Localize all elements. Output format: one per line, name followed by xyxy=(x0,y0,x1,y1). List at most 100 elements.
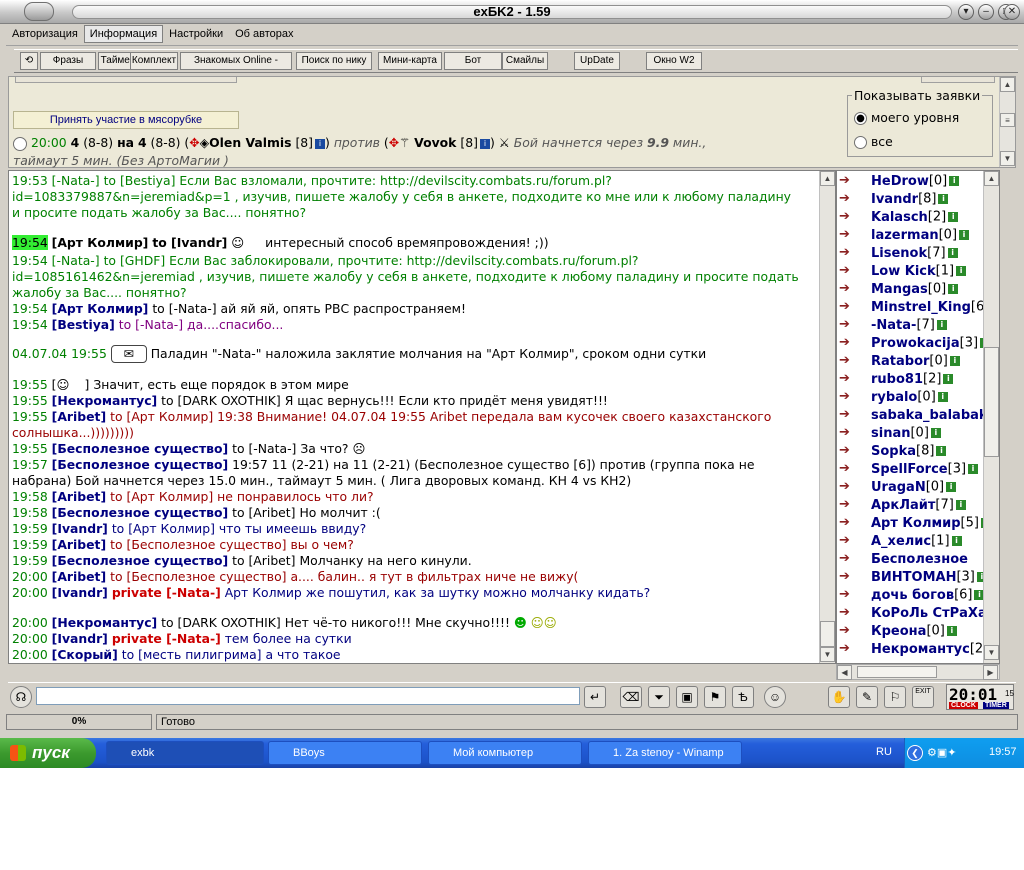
private-arrow-icon[interactable]: ➔ xyxy=(839,371,861,387)
info-icon[interactable]: i xyxy=(956,266,967,276)
info-icon[interactable]: i xyxy=(938,194,949,204)
battle-player2[interactable]: Vovok xyxy=(414,135,456,150)
nick-search-button[interactable]: Поиск по нику xyxy=(296,52,372,70)
info-icon[interactable]: i xyxy=(959,230,970,240)
phrases-button[interactable]: Фразы xyxy=(40,52,96,70)
private-arrow-icon[interactable]: ➔ xyxy=(839,191,861,207)
info-icon[interactable]: i xyxy=(951,536,962,546)
user-list[interactable]: ➔ HeDrow[0] i ➔ Ivandr[8] i ➔ Kalasch[2] i ➔ lazer… xyxy=(836,170,1000,664)
close-icon[interactable]: ✕ xyxy=(1004,4,1020,20)
users-hscrollbar[interactable]: ◀ ▶ xyxy=(836,664,1000,680)
scroll-down-icon[interactable]: ▼ xyxy=(820,647,835,662)
user-row[interactable]: ➔Prowokacija[3]i xyxy=(839,335,991,353)
user-name[interactable]: Low Kick xyxy=(871,264,936,279)
join-meat-grinder-button[interactable]: Принять участие в мясорубке xyxy=(13,111,239,129)
private-arrow-icon[interactable]: ➔ xyxy=(839,497,861,513)
user-row[interactable]: ➔ HeDrow[0] i xyxy=(839,173,960,191)
start-button[interactable]: пуск xyxy=(0,738,96,768)
info-icon[interactable]: i xyxy=(968,464,979,474)
info-icon[interactable]: i xyxy=(930,428,941,438)
battle-radio[interactable] xyxy=(13,136,27,151)
info-icon[interactable]: i xyxy=(936,320,947,330)
chat-nick[interactable]: [Арт Колмир] xyxy=(52,235,149,250)
info-icon[interactable]: i xyxy=(949,176,960,186)
chat-nick[interactable]: [Скорый] xyxy=(52,647,118,662)
private-arrow-icon[interactable]: ➔ xyxy=(839,587,861,603)
chat-nick[interactable]: [Bestiya] xyxy=(52,317,115,332)
scroll-thumb[interactable] xyxy=(820,621,835,647)
info-icon[interactable]: i xyxy=(946,482,957,492)
private-arrow-icon[interactable]: ➔ xyxy=(839,641,861,657)
scroll-thumb[interactable] xyxy=(857,666,937,678)
chat-nick[interactable]: [Aribet] xyxy=(52,409,106,424)
user-name[interactable]: Ivandr xyxy=(871,192,918,207)
user-row[interactable]: ➔ Ratabor[0] i xyxy=(839,353,960,371)
menu-settings[interactable]: Настройки xyxy=(163,25,229,43)
task-bboys[interactable]: BBoys xyxy=(268,741,422,765)
minimize-icon[interactable]: – xyxy=(978,4,994,20)
private-arrow-icon[interactable]: ➔ xyxy=(839,515,861,531)
user-name[interactable]: lazerman xyxy=(871,228,939,243)
scroll-up-icon[interactable]: ▲ xyxy=(984,171,999,186)
user-name[interactable]: sabaka_balabaka xyxy=(871,408,996,423)
chat-input[interactable] xyxy=(36,687,580,705)
private-arrow-icon[interactable]: ➔ xyxy=(839,353,861,369)
scroll-right-icon[interactable]: ▶ xyxy=(983,665,998,680)
requests-all-option[interactable]: все xyxy=(854,134,893,149)
user-name[interactable]: дочь богов xyxy=(871,588,954,603)
user-name[interactable]: ВИНТОМАН xyxy=(871,570,956,585)
chat-nick[interactable]: [Ivandr] xyxy=(52,585,108,600)
chat-nick[interactable]: [Бесполезное существо] xyxy=(52,505,228,520)
user-name[interactable]: Ratabor xyxy=(871,354,929,369)
translit-icon[interactable]: Ѣ xyxy=(732,686,754,708)
private-arrow-icon[interactable]: ➔ xyxy=(839,533,861,549)
user-name[interactable]: А_хелис xyxy=(871,534,931,549)
minimap-button[interactable]: Мини-карта xyxy=(378,52,442,70)
chat-nick[interactable]: [-Nata-] xyxy=(52,253,100,268)
radio-unchecked[interactable] xyxy=(854,136,867,149)
user-name[interactable]: rubo81 xyxy=(871,372,923,387)
private-arrow-icon[interactable]: ➔ xyxy=(839,245,861,261)
info-icon[interactable]: i xyxy=(943,374,954,384)
chat-nick[interactable]: [-Nata-] xyxy=(52,173,100,188)
private-arrow-icon[interactable]: ➔ xyxy=(839,389,861,405)
info-scrollbar[interactable]: ▲ ≡ ▼ xyxy=(999,77,1015,167)
exit-icon[interactable]: EXIT xyxy=(912,686,934,708)
info-icon[interactable]: i xyxy=(936,446,947,456)
private-arrow-icon[interactable]: ➔ xyxy=(839,443,861,459)
user-row[interactable]: ➔ -Nata-[7] i xyxy=(839,317,947,335)
kit-button[interactable]: Комплект xyxy=(130,52,178,70)
private-arrow-icon[interactable]: ➔ xyxy=(839,299,861,315)
user-name[interactable]: АркЛайт xyxy=(871,498,935,513)
scroll-up-icon[interactable]: ▲ xyxy=(820,171,835,186)
bot-button[interactable]: Бот xyxy=(444,52,502,70)
chat-nick[interactable]: [Aribet] xyxy=(52,489,106,504)
scroll-left-icon[interactable]: ◀ xyxy=(837,665,852,680)
chat-log[interactable]: 19:53 [-Nata-] to [Bestiya] Если Вас взл… xyxy=(8,170,836,664)
user-row[interactable]: ➔ Low Kick[1] i xyxy=(839,263,967,281)
user-name[interactable]: Minstrel_King xyxy=(871,300,971,315)
scroll-thumb[interactable] xyxy=(984,347,999,457)
user-row[interactable]: ➔Некромантус[2]i xyxy=(839,641,999,659)
private-arrow-icon[interactable]: ➔ xyxy=(839,623,861,639)
user-name[interactable]: Lisenok xyxy=(871,246,927,261)
task-winamp[interactable]: 1. Za stenoy - Winamp xyxy=(588,741,742,765)
user-row[interactable]: ➔ Бесполезное xyxy=(839,551,968,569)
tray-icons[interactable]: ⚙▣✦ xyxy=(927,746,956,759)
private-arrow-icon[interactable]: ➔ xyxy=(839,317,861,333)
user-name[interactable]: sinan xyxy=(871,426,910,441)
scroll-down-icon[interactable]: ▼ xyxy=(1000,151,1015,166)
smile-button-icon[interactable]: ☺ xyxy=(764,686,786,708)
task-exbk[interactable]: exbk xyxy=(106,741,264,765)
user-row[interactable]: ➔ дочь богов[6] i xyxy=(839,587,985,605)
filter-icon[interactable]: ⏷ xyxy=(648,686,670,708)
menu-about[interactable]: Об авторах xyxy=(229,25,299,43)
user-name[interactable]: Kalasch xyxy=(871,210,928,225)
info-icon[interactable]: i xyxy=(479,138,490,149)
chat-nick[interactable]: [Арт Колмир] xyxy=(52,301,149,316)
eraser-icon[interactable]: ⌫ xyxy=(620,686,642,708)
user-name[interactable]: Sopka xyxy=(871,444,916,459)
language-indicator[interactable]: RU xyxy=(876,746,892,758)
info-icon[interactable]: i xyxy=(948,212,959,222)
user-name[interactable]: -Nata- xyxy=(871,318,916,333)
